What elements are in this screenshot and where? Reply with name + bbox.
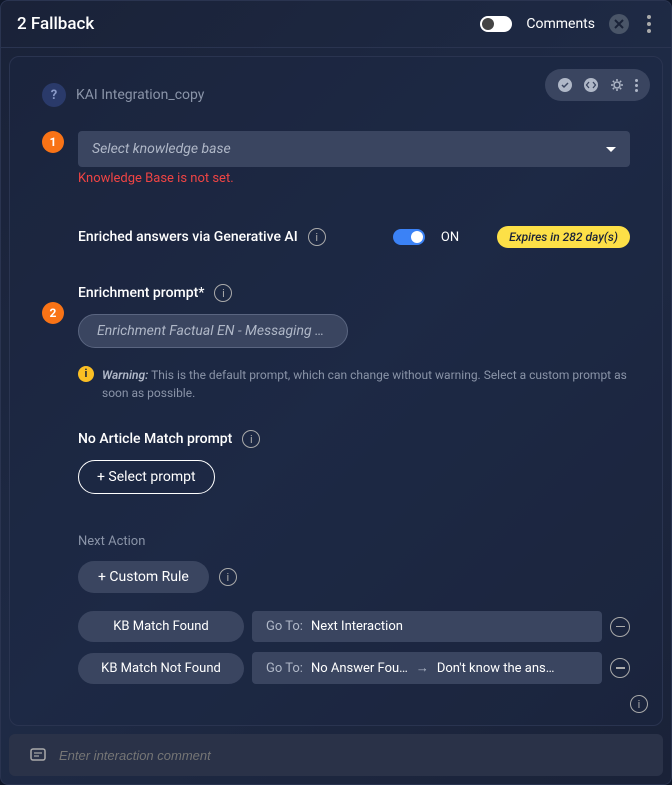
rule-target[interactable]: Go To: Next Interaction [252, 611, 602, 642]
kb-error: Knowledge Base is not set. [78, 171, 630, 186]
expires-badge: Expires in 282 day(s) [497, 226, 630, 248]
comment-icon [29, 746, 47, 764]
warning-icon: i [78, 366, 94, 382]
kb-dropdown[interactable]: Select knowledge base [78, 131, 630, 167]
remove-rule-icon[interactable] [610, 658, 630, 678]
goto-target: No Answer Fou… [311, 661, 408, 676]
rule-target[interactable]: Go To: No Answer Fou… → Don't know the a… [252, 652, 602, 684]
info-icon[interactable]: i [308, 228, 326, 246]
remove-rule-icon[interactable] [610, 617, 630, 637]
goto-prefix: Go To: [266, 619, 303, 634]
step-2: 2 Enrichment prompt* i Enrichment Factua… [42, 284, 630, 402]
warning-text: This is the default prompt, which can ch… [102, 368, 627, 400]
warning-label: Warning: [102, 368, 148, 382]
enrichment-prompt-label: Enrichment prompt* [78, 285, 204, 301]
goto-target: Next Interaction [311, 619, 403, 634]
check-icon[interactable] [553, 73, 577, 97]
editor-window: 2 Fallback Comments ? K [0, 0, 672, 785]
titlebar-actions: Comments [480, 11, 655, 37]
close-icon[interactable] [609, 14, 629, 34]
subtitle-row: ? KAI Integration_copy [42, 83, 630, 107]
goto-target-2: Don't know the ans… [437, 661, 555, 676]
comment-bar [9, 734, 663, 776]
comment-input[interactable] [59, 748, 643, 763]
arrow-right-icon: → [416, 660, 429, 676]
enriched-toggle[interactable] [393, 229, 425, 245]
warning-box: i Warning: This is the default prompt, w… [78, 366, 630, 402]
custom-rule-button[interactable]: + Custom Rule [78, 561, 209, 593]
rule-row: KB Match Found Go To: Next Interaction [78, 611, 630, 642]
enrichment-prompt-chip[interactable]: Enrichment Factual EN - Messaging … [78, 314, 348, 348]
code-icon[interactable] [579, 73, 603, 97]
next-action-label: Next Action [78, 534, 630, 549]
comments-label: Comments [526, 16, 595, 32]
more-menu-icon[interactable] [643, 11, 655, 37]
card-info-icon[interactable]: i [630, 693, 648, 714]
no-match-section: No Article Match prompt i + Select promp… [78, 430, 630, 494]
card-more-icon[interactable] [631, 79, 642, 92]
gear-icon[interactable] [605, 73, 629, 97]
next-action-section: Next Action + Custom Rule i KB Match Fou… [78, 534, 630, 684]
rule-row: KB Match Not Found Go To: No Answer Fou…… [78, 652, 630, 684]
no-match-label: No Article Match prompt [78, 431, 232, 447]
info-icon[interactable]: i [219, 568, 237, 586]
enriched-section: Enriched answers via Generative AI i ON … [78, 226, 630, 248]
toggle-state-label: ON [441, 230, 459, 245]
kb-placeholder: Select knowledge base [92, 141, 231, 157]
goto-prefix: Go To: [266, 661, 303, 676]
page-title: 2 Fallback [17, 14, 94, 34]
chevron-down-icon [606, 147, 616, 152]
select-prompt-button[interactable]: + Select prompt [78, 460, 215, 494]
integration-name: KAI Integration_copy [76, 87, 204, 103]
info-icon[interactable]: i [242, 430, 260, 448]
config-card: ? KAI Integration_copy 1 Select knowledg… [9, 56, 663, 726]
card-toolbar [545, 69, 650, 101]
step-2-number: 2 [42, 302, 64, 324]
step-1: 1 Select knowledge base Knowledge Base i… [42, 131, 630, 186]
step-1-number: 1 [42, 131, 64, 153]
enriched-label: Enriched answers via Generative AI [78, 229, 298, 245]
info-icon[interactable]: i [214, 284, 232, 302]
card-body: ? KAI Integration_copy 1 Select knowledg… [10, 57, 662, 725]
comments-toggle[interactable] [480, 16, 512, 32]
help-icon[interactable]: ? [42, 83, 66, 107]
rule-condition[interactable]: KB Match Found [78, 611, 244, 642]
titlebar: 2 Fallback Comments [1, 1, 671, 48]
rule-condition[interactable]: KB Match Not Found [78, 653, 244, 684]
